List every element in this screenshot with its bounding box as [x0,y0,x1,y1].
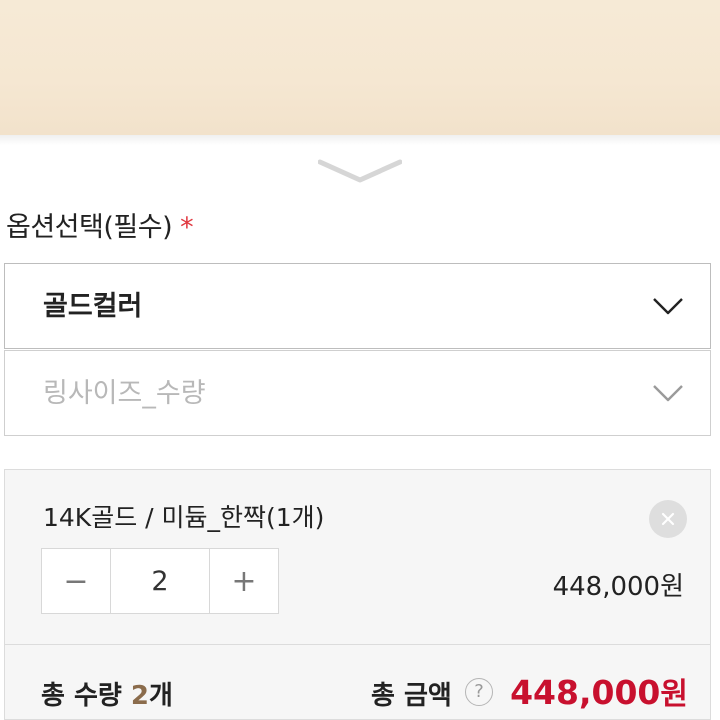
total-quantity-value: 2 [130,681,149,711]
option-title-text: 옵션선택(필수) [6,212,173,243]
collapse-chevron-icon[interactable] [318,158,402,184]
quantity-stepper: − 2 + [41,548,279,614]
close-icon [661,512,675,526]
total-quantity: 총 수량 2개 [41,675,173,712]
total-amount: 448,000원 [510,669,688,713]
quantity-value[interactable]: 2 [110,549,210,613]
total-amount-value: 448,000 [510,673,661,712]
image-divider [0,135,720,145]
selected-item-panel: 14K골드 / 미듐_한짝(1개) − 2 + 448,000원 [4,469,711,645]
chevron-down-icon [653,385,683,402]
color-select-value: 골드컬러 [43,291,143,322]
required-mark: * [180,212,194,243]
chevron-down-icon [653,298,683,315]
product-image [0,0,720,135]
remove-item-button[interactable] [649,500,687,538]
option-section-title: 옵션선택(필수) * [6,205,194,244]
total-amount-unit: 원 [660,677,688,712]
plus-icon: + [231,563,257,599]
size-select[interactable]: 링사이즈_수량 [4,350,711,436]
decrease-quantity-button[interactable]: − [42,549,110,613]
help-icon[interactable]: ? [465,678,493,706]
total-amount-label: 총 금액 [371,681,452,711]
size-select-placeholder: 링사이즈_수량 [43,378,206,409]
selected-item-name: 14K골드 / 미듐_한짝(1개) [43,503,325,532]
increase-quantity-button[interactable]: + [210,549,278,613]
item-price: 448,000원 [552,572,684,602]
minus-icon: − [63,563,89,599]
total-quantity-unit: 개 [148,681,173,711]
color-select[interactable]: 골드컬러 [4,263,711,349]
order-summary: 총 수량 2개 총 금액 ? 448,000원 [4,645,711,720]
total-quantity-label: 총 수량 [41,681,122,711]
